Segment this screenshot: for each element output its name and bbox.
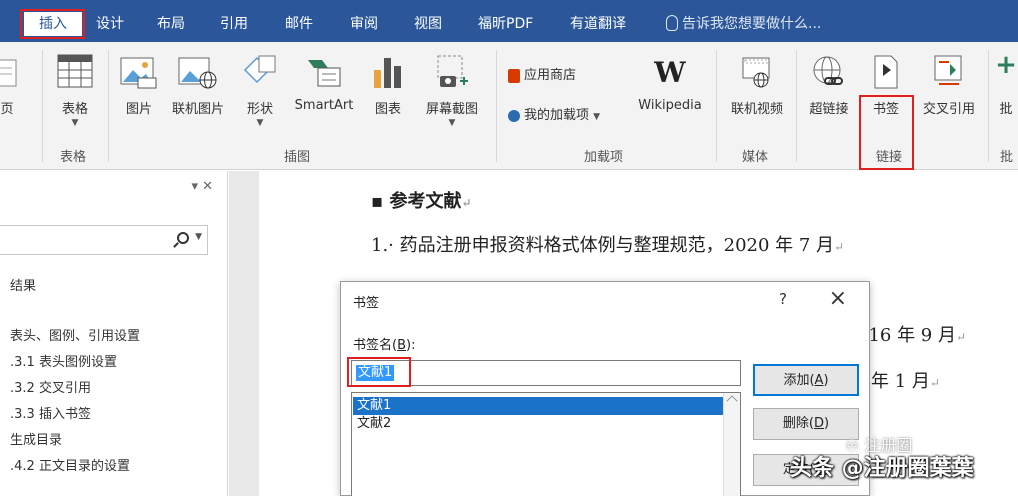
tab-view[interactable]: 视图 — [414, 12, 442, 36]
pane-heading-item[interactable]: 生成目录 — [10, 429, 62, 448]
group-label-addins: 加载项 — [584, 150, 624, 165]
ribbon-tab-bar: 插入 设计 布局 引用 邮件 审阅 视图 福昕PDF 有道翻译 告诉我您想要做什… — [0, 0, 1018, 42]
ribbon-separator — [796, 50, 797, 162]
smartart-button[interactable]: SmartArt — [286, 42, 362, 142]
wikipedia-icon: W — [654, 56, 686, 89]
page-icon — [0, 59, 17, 87]
tab-youdao-translate[interactable]: 有道翻译 — [570, 12, 626, 36]
hyperlink-icon — [813, 56, 843, 85]
group-label-links: 链接 — [876, 150, 903, 165]
tab-design[interactable]: 设计 — [96, 12, 124, 36]
shapes-button[interactable]: 形状 ▼ — [238, 42, 282, 142]
search-icon — [177, 232, 189, 244]
my-addins-button[interactable]: 我的加载项 ▼ — [508, 104, 600, 123]
watermark-text: 头条 @注册圈葉葉 — [790, 456, 974, 481]
list-item[interactable]: 文献1 — [353, 397, 723, 415]
pane-heading-item[interactable]: .3.3 插入书签 — [10, 403, 91, 422]
chevron-up-icon[interactable] — [726, 395, 738, 407]
help-button[interactable]: ? — [779, 290, 787, 308]
pictures-button[interactable]: 图片 — [116, 42, 162, 142]
pane-controls[interactable]: ▾ ✕ — [191, 179, 213, 194]
picture-icon — [120, 57, 157, 89]
online-picture-icon — [178, 57, 217, 89]
chart-icon — [374, 58, 401, 88]
list-scrollbar[interactable] — [723, 393, 740, 496]
pane-heading-item[interactable]: .3.2 交叉引用 — [10, 377, 91, 396]
paragraph-mark: ↵ — [929, 376, 940, 390]
smartart-icon — [308, 60, 341, 87]
screenshot-button[interactable]: 屏幕截图 ▼ — [414, 42, 490, 142]
doc-line: 年 1 月↵ — [871, 371, 940, 392]
ribbon-separator — [716, 50, 717, 162]
doc-line: 1.· 药品注册申报资料格式体例与整理规范，2020 年 7 月↵ — [371, 235, 845, 256]
screenshot-icon — [437, 55, 468, 87]
delete-button[interactable]: 删除(D) — [753, 408, 859, 440]
doc-line: 016 年 9 月↵ — [857, 325, 967, 346]
pane-results-label: 结果 — [10, 279, 37, 294]
pane-heading-item[interactable]: .3.1 表头图例设置 — [10, 351, 117, 370]
list-item[interactable]: 文献2 — [353, 415, 723, 433]
pane-heading-item[interactable]: 表头、图例、引用设置 — [10, 325, 140, 344]
group-label-tables: 表格 — [60, 150, 87, 165]
wikipedia-button[interactable]: W Wikipedia — [630, 42, 710, 142]
insert-tab-highlight — [20, 9, 85, 39]
pane-search-input[interactable]: ▼ — [0, 225, 208, 255]
add-button[interactable]: 添加(A) — [753, 364, 859, 396]
chevron-down-icon: ▼ — [71, 118, 79, 128]
comment-icon: + — [995, 50, 1017, 80]
ribbon-separator — [108, 50, 109, 162]
tab-review[interactable]: 审阅 — [350, 12, 378, 36]
close-button[interactable]: × — [829, 286, 847, 311]
ribbon-separator — [496, 50, 497, 162]
word-window: 插入 设计 布局 引用 邮件 审阅 视图 福昕PDF 有道翻译 告诉我您想要做什… — [0, 0, 1018, 496]
cross-reference-button[interactable]: 交叉引用 — [916, 42, 982, 142]
group-label-media: 媒体 — [742, 150, 769, 165]
pane-heading-item[interactable]: .4.2 正文目录的设置 — [10, 455, 130, 474]
hyperlink-button[interactable]: 超链接 — [800, 42, 858, 142]
table-button[interactable]: 表格 ▼ — [50, 42, 100, 142]
doc-heading: ▪ 参考文献↵ — [371, 191, 472, 212]
page-button[interactable]: 页 — [0, 42, 22, 142]
tab-references[interactable]: 引用 — [220, 12, 248, 36]
tab-mailings[interactable]: 邮件 — [285, 12, 313, 36]
ribbon-separator — [42, 50, 43, 162]
ribbon-insert: 页 表格 ▼ 表格 图片 联机图片 形状 ▼ SmartArt 图表 屏幕截图 … — [0, 42, 1018, 170]
bookmark-name-label: 书签名(B): — [353, 338, 416, 353]
shapes-icon — [243, 55, 276, 84]
comment-button[interactable]: + 批 — [994, 42, 1018, 142]
lightbulb-icon — [666, 15, 678, 31]
store-button[interactable]: 应用商店 — [508, 64, 576, 83]
navigation-pane: ▾ ✕ ▼ 结果 表头、图例、引用设置 .3.1 表头图例设置 .3.2 交叉引… — [0, 171, 228, 496]
chevron-down-icon[interactable]: ▼ — [195, 232, 202, 242]
dialog-title: 书签 — [353, 296, 380, 311]
cross-reference-icon — [934, 55, 962, 85]
chart-button[interactable]: 图表 — [366, 42, 410, 142]
group-label-illustrations: 插图 — [284, 150, 311, 165]
bookmark-icon — [874, 55, 898, 89]
paragraph-mark: ↵ — [834, 240, 845, 254]
store-icon — [508, 68, 520, 83]
paragraph-mark: ↵ — [955, 330, 967, 344]
input-highlight — [347, 357, 411, 387]
chevron-down-icon: ▼ — [256, 118, 264, 128]
online-video-icon — [742, 57, 770, 88]
chevron-down-icon: ▼ — [593, 112, 601, 122]
tab-foxit-pdf[interactable]: 福昕PDF — [478, 12, 533, 36]
ribbon-separator — [988, 50, 989, 162]
tab-layout[interactable]: 布局 — [157, 12, 185, 36]
tell-me-search[interactable]: 告诉我您想要做什么... — [666, 12, 821, 36]
group-label-comments: 批 — [1000, 150, 1014, 165]
paragraph-mark: ↵ — [461, 196, 472, 210]
addins-icon — [508, 109, 520, 122]
online-video-button[interactable]: 联机视频 — [722, 42, 792, 142]
online-pictures-button[interactable]: 联机图片 — [164, 42, 232, 142]
table-icon — [57, 54, 93, 88]
chevron-down-icon: ▼ — [448, 118, 456, 128]
bookmark-list[interactable]: 文献1 文献2 — [351, 392, 741, 496]
